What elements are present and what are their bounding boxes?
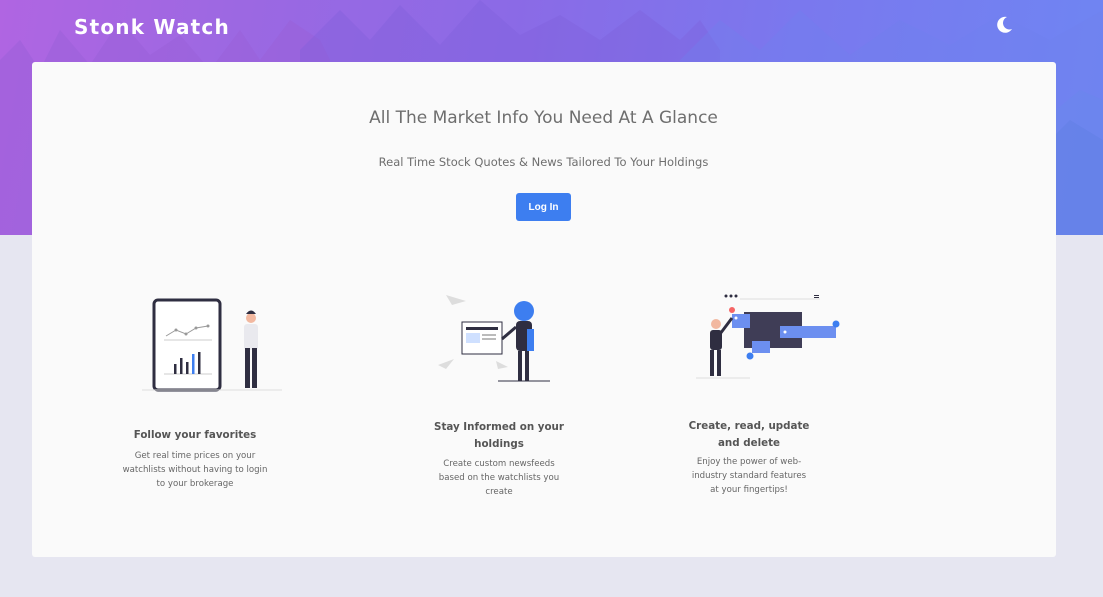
brand-logo[interactable]: Stonk Watch	[74, 15, 230, 39]
feature-crud: Create, read, update and delete Enjoy th…	[674, 286, 840, 506]
feature-follow-favorites: Follow your favorites Get real time pric…	[120, 292, 282, 492]
crud-dashboard-illustration	[696, 294, 840, 379]
theme-toggle-button[interactable]	[993, 14, 1015, 36]
feature-stay-informed: Stay Informed on your holdings Create cu…	[424, 287, 574, 507]
feature-description: Create custom newsfeeds based on the wat…	[438, 459, 560, 497]
feature-title: Stay Informed on your holdings	[434, 421, 564, 450]
stock-chart-tablet-illustration	[142, 298, 282, 392]
page-title: All The Market Info You Need At A Glance	[369, 108, 718, 128]
feature-description: Enjoy the power of web-industry standard…	[691, 457, 807, 495]
feature-description: Get real time prices on your watchlists …	[122, 451, 268, 489]
page-subtitle: Real Time Stock Quotes & News Tailored T…	[378, 155, 709, 169]
login-button[interactable]: Log In	[516, 193, 571, 221]
feature-title: Follow your favorites	[133, 429, 257, 441]
moon-icon	[997, 16, 1012, 33]
navbar: Stonk Watch	[0, 0, 1103, 62]
main-card: All The Market Info You Need At A Glance…	[32, 62, 1056, 557]
feature-title: Create, read, update and delete	[688, 420, 810, 449]
newsfeed-presenter-illustration	[438, 295, 550, 382]
